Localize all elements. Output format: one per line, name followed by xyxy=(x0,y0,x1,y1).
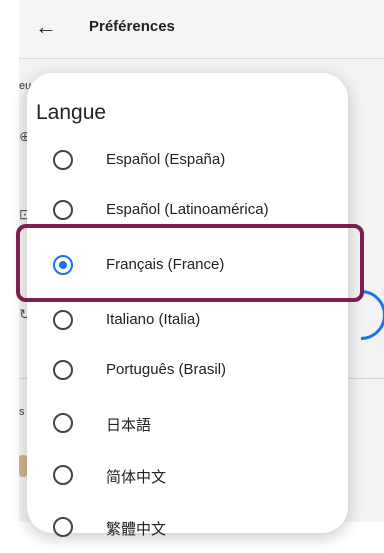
radio-unchecked-icon[interactable] xyxy=(53,150,73,170)
background-section-label-2: s xyxy=(19,406,25,418)
radio-unchecked-icon[interactable] xyxy=(53,200,73,220)
dialog-title: Langue xyxy=(36,101,107,124)
radio-unchecked-icon[interactable] xyxy=(53,517,73,537)
background-avatar xyxy=(19,455,27,477)
language-option[interactable]: Português (Brasil) xyxy=(27,346,348,396)
radio-unchecked-icon[interactable] xyxy=(53,360,73,380)
radio-unchecked-icon[interactable] xyxy=(53,310,73,330)
selection-highlight xyxy=(16,224,364,302)
language-option-label: Español (España) xyxy=(106,151,226,168)
language-option[interactable]: Italiano (Italia) xyxy=(27,296,348,346)
language-option-label: Español (Latinoamérica) xyxy=(106,201,269,218)
language-option-label: Italiano (Italia) xyxy=(106,311,201,328)
language-option-label: 日本語 xyxy=(106,417,152,434)
page-title: Préférences xyxy=(89,18,175,35)
language-option[interactable]: 简体中文 xyxy=(27,451,348,501)
radio-unchecked-icon[interactable] xyxy=(53,413,73,433)
language-option-label: 简体中文 xyxy=(106,469,167,486)
top-app-bar: ← Préférences xyxy=(19,0,384,59)
language-option-label: Português (Brasil) xyxy=(106,361,227,378)
back-arrow-icon[interactable]: ← xyxy=(35,14,57,40)
language-option[interactable]: 日本語 xyxy=(27,399,348,449)
radio-unchecked-icon[interactable] xyxy=(53,465,73,485)
language-option[interactable]: 繁體中文 xyxy=(27,503,348,553)
language-option-label: 繁體中文 xyxy=(106,521,167,538)
language-option[interactable]: Español (España) xyxy=(27,136,348,186)
